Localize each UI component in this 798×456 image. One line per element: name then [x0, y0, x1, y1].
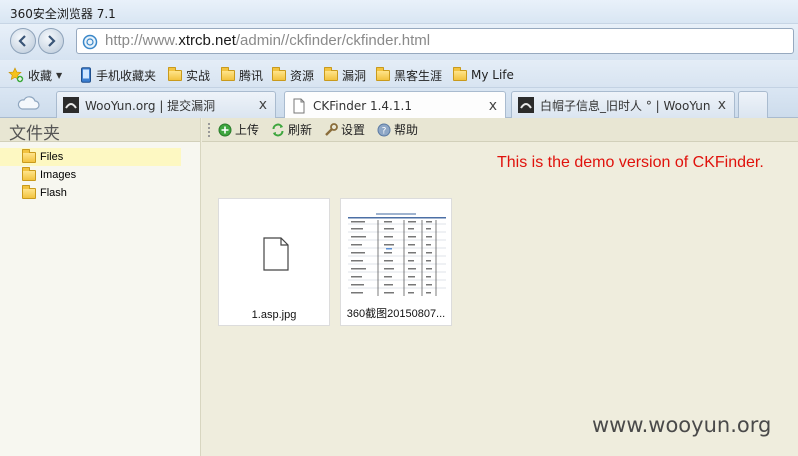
screenshot-preview-image — [346, 212, 448, 298]
back-button[interactable] — [10, 28, 36, 54]
tab-wooyun-submit[interactable]: WooYun.org | 提交漏洞 x — [56, 91, 276, 118]
help-icon: ? — [377, 123, 391, 136]
folder-icon — [272, 66, 286, 81]
chevron-down-icon: ▼ — [56, 70, 63, 80]
tab-bar: WooYun.org | 提交漏洞 x CKFinder 1.4.1.1 x 白… — [0, 88, 798, 119]
folder-open-icon — [22, 148, 36, 163]
window-titlebar: 360安全浏览器 7.1 — [0, 0, 798, 24]
address-bar[interactable]: http://www.xtrcb.net/admin//ckfinder/ckf… — [76, 28, 794, 54]
url-prefix: http://www. — [105, 32, 179, 49]
watermark-text: www.wooyun.org — [592, 413, 772, 437]
arrow-left-icon — [18, 35, 26, 47]
folder-icon — [22, 184, 36, 199]
file-name: 1.asp.jpg — [251, 309, 297, 321]
page-icon — [82, 34, 98, 50]
bookmark-label: 漏洞 — [342, 68, 367, 83]
help-button[interactable]: ? 帮助 — [377, 121, 418, 138]
blank-page-icon — [293, 98, 305, 113]
folder-icon — [22, 166, 36, 181]
svg-text:?: ? — [382, 126, 387, 136]
refresh-label: 刷新 — [288, 123, 313, 137]
tab-ckfinder[interactable]: CKFinder 1.4.1.1 x — [284, 91, 506, 119]
new-tab-button[interactable] — [738, 91, 768, 118]
wrench-icon — [325, 122, 338, 136]
folder-icon — [324, 66, 338, 81]
refresh-button[interactable]: 刷新 — [271, 121, 312, 138]
ckfinder-toolbar: 上传 刷新 设置 ? 帮助 — [202, 118, 798, 142]
upload-icon — [218, 123, 232, 136]
bookmark-folder-my-life[interactable]: My Life — [453, 66, 514, 84]
settings-button[interactable]: 设置 — [324, 121, 365, 138]
navigation-bar: http://www.xtrcb.net/admin//ckfinder/ckf… — [0, 24, 798, 60]
refresh-icon — [272, 123, 284, 136]
folder-label: Images — [40, 169, 77, 181]
folder-label: Flash — [40, 187, 67, 199]
folder-icon — [453, 66, 467, 81]
folder-node-flash[interactable]: Flash — [0, 184, 201, 202]
close-icon[interactable]: x — [718, 97, 726, 113]
bookmark-label: My Life — [471, 68, 514, 82]
file-name: 360截图20150807... — [346, 308, 446, 320]
close-icon[interactable]: x — [489, 98, 497, 114]
close-icon[interactable]: x — [259, 97, 267, 113]
bookmark-folder-hacker-career[interactable]: 黑客生涯 — [376, 66, 442, 84]
forward-button[interactable] — [38, 28, 64, 54]
folder-icon — [168, 66, 182, 81]
bookmarks-bar: 收藏 ▼ 手机收藏夹 实战 腾讯 资源 漏洞 黑客生涯 My Life — [0, 60, 798, 88]
bookmark-label: 腾讯 — [239, 68, 264, 83]
folder-tree: Files Images Flash — [0, 148, 201, 202]
star-plus-icon — [8, 67, 24, 83]
folder-icon — [221, 66, 235, 81]
file-thumbnail[interactable]: 360截图20150807... — [340, 198, 452, 326]
bookmark-label: 黑客生涯 — [394, 68, 443, 83]
wooyun-favicon-icon — [518, 97, 534, 113]
upload-button[interactable]: 上传 — [218, 121, 259, 138]
url-domain: xtrcb.net — [178, 32, 236, 49]
bookmark-folder-resources[interactable]: 资源 — [272, 66, 314, 84]
folder-icon — [376, 66, 390, 81]
bookmark-folder-shizhan[interactable]: 实战 — [168, 66, 210, 84]
folders-panel-title: 文件夹 — [0, 118, 200, 144]
file-thumbnail[interactable]: 1.asp.jpg — [218, 198, 330, 326]
help-label: 帮助 — [394, 123, 419, 137]
window-title: 360安全浏览器 7.1 — [10, 7, 116, 21]
tab-label: CKFinder 1.4.1.1 — [313, 98, 412, 113]
ckfinder-content: 文件夹 Files Images Flash 上传 刷新 设置 ? 帮助 Thi… — [0, 118, 798, 456]
url-text[interactable]: http://www.xtrcb.net/admin//ckfinder/ckf… — [105, 32, 430, 49]
bookmark-label: 资源 — [290, 68, 315, 83]
url-path: /admin//ckfinder/ckfinder.html — [235, 32, 431, 49]
bookmark-folder-vulnerabilities[interactable]: 漏洞 — [324, 66, 366, 84]
mobile-phone-icon — [81, 67, 91, 83]
wooyun-favicon-icon — [63, 97, 79, 113]
toolbar-grip — [208, 122, 212, 137]
folder-label: Files — [40, 151, 64, 163]
bookmark-label: 手机收藏夹 — [96, 68, 157, 83]
favorites-label: 收藏 — [28, 68, 53, 83]
settings-label: 设置 — [341, 123, 366, 137]
arrow-right-icon — [48, 35, 56, 47]
folder-node-files[interactable]: Files — [0, 148, 181, 166]
folders-panel: 文件夹 Files Images Flash — [0, 118, 201, 456]
folder-node-images[interactable]: Images — [0, 166, 201, 184]
generic-file-icon — [263, 237, 289, 271]
tab-label: 白帽子信息_旧时人 ° | WooYun — [540, 98, 711, 113]
bookmark-item-mobile-favorites[interactable]: 手机收藏夹 — [80, 66, 156, 84]
bookmark-folder-tencent[interactable]: 腾讯 — [221, 66, 263, 84]
upload-label: 上传 — [235, 123, 260, 137]
tab-whitehat-info[interactable]: 白帽子信息_旧时人 ° | WooYun x — [511, 91, 735, 118]
demo-version-notice: This is the demo version of CKFinder. — [497, 154, 764, 171]
favorites-menu[interactable]: 收藏 ▼ — [8, 66, 62, 84]
cloud-icon[interactable] — [16, 95, 40, 111]
bookmark-label: 实战 — [186, 68, 211, 83]
tab-label: WooYun.org | 提交漏洞 — [85, 98, 216, 113]
